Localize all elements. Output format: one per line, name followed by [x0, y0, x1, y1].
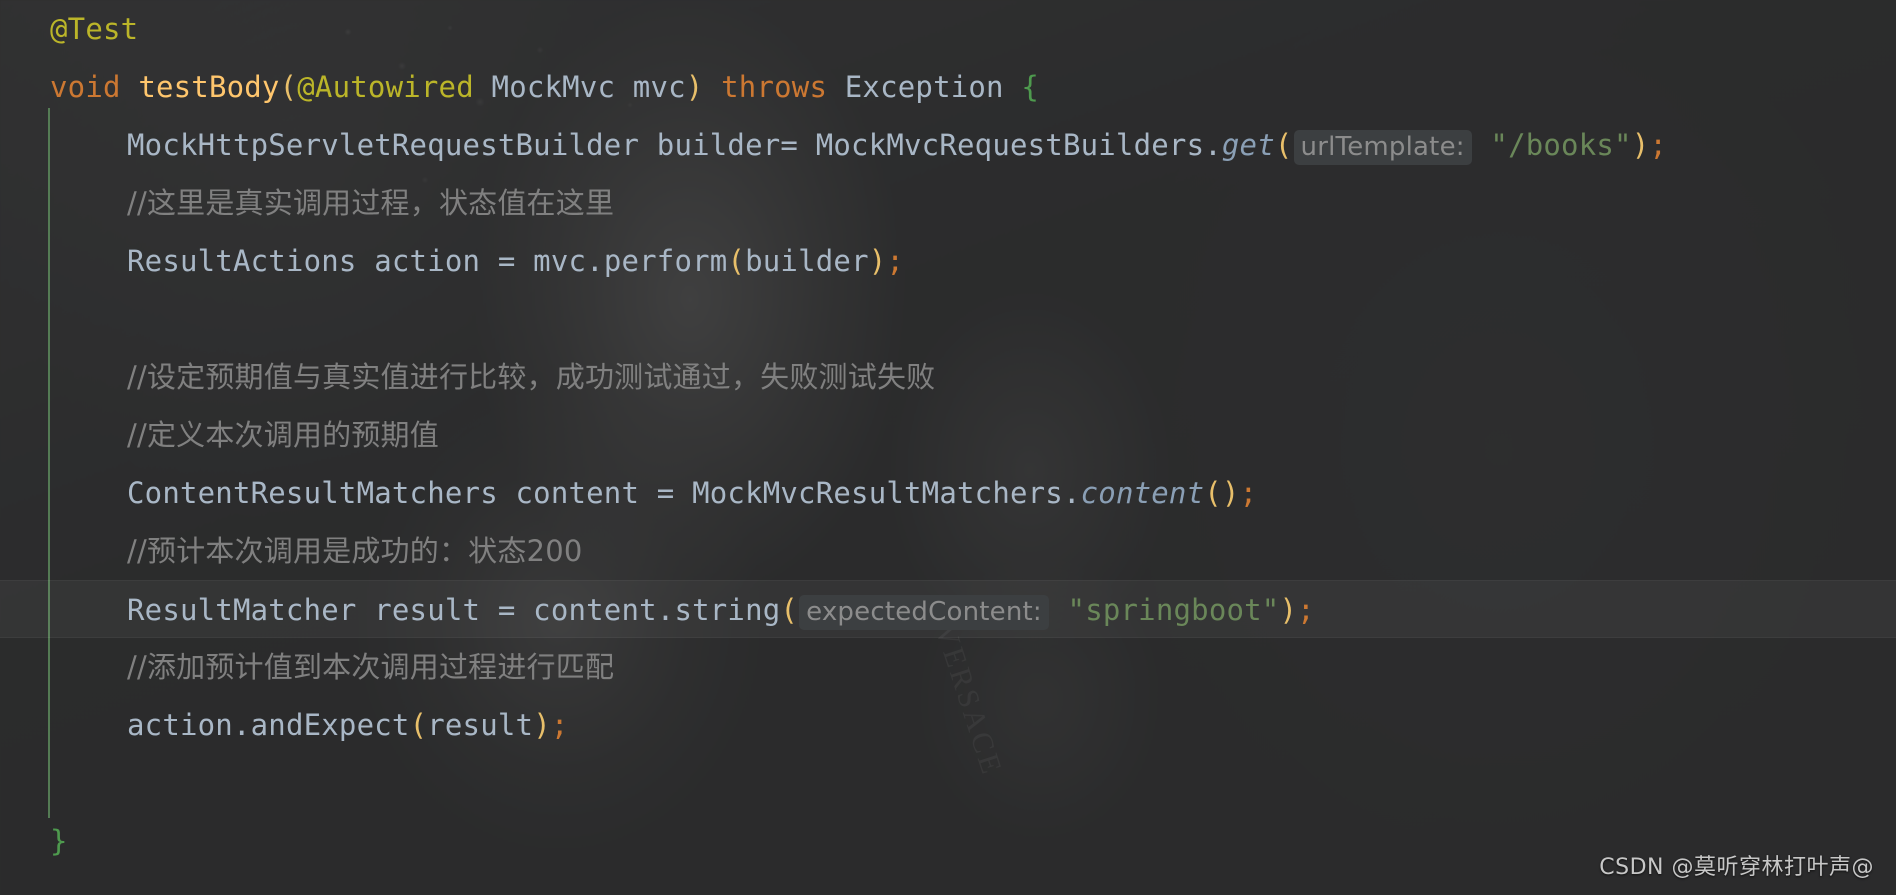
code-token: //添加预计值到本次调用过程进行匹配: [127, 650, 615, 684]
code-line[interactable]: [0, 754, 1896, 812]
code-token: get: [1221, 128, 1275, 162]
csdn-watermark: CSDN @莫听穿林打叶声@: [1599, 855, 1874, 880]
code-token: builder: [745, 244, 869, 278]
parameter-name-hint: expectedContent:: [799, 595, 1049, 630]
editor-pane[interactable]: @Test void testBody(@Autowired MockMvc mv…: [0, 0, 1896, 895]
code-line[interactable]: //预计本次调用是成功的：状态200: [0, 522, 1896, 580]
code-line[interactable]: ContentResultMatchers content = MockMvcR…: [0, 464, 1896, 522]
code-line[interactable]: ResultMatcher result = content.string(ex…: [0, 580, 1896, 638]
code-line[interactable]: void testBody(@Autowired MockMvc mvc) th…: [0, 58, 1896, 116]
parameter-name-hint: urlTemplate:: [1293, 130, 1472, 165]
code-token: //这里是真实调用过程，状态值在这里: [127, 186, 615, 220]
code-line[interactable]: //设定预期值与真实值进行比较，成功测试通过，失败测试失败: [0, 348, 1896, 406]
code-token: //定义本次调用的预期值: [127, 418, 439, 452]
code-line[interactable]: MockHttpServletRequestBuilder builder= M…: [0, 116, 1896, 174]
code-token: ): [1279, 593, 1298, 627]
code-token: ;: [1649, 128, 1668, 162]
code-token: "springboot": [1067, 593, 1280, 627]
code-lines-container[interactable]: @Test void testBody(@Autowired MockMvc mv…: [0, 0, 1896, 870]
code-token: ): [685, 70, 704, 104]
code-token: ResultMatcher result = content.: [127, 593, 675, 627]
code-token: andExpect: [250, 708, 410, 742]
code-token: {: [1021, 70, 1040, 104]
code-line[interactable]: action.andExpect(result);: [0, 696, 1896, 754]
code-token: (: [1204, 476, 1222, 510]
code-line[interactable]: [0, 290, 1896, 348]
code-line[interactable]: //添加预计值到本次调用过程进行匹配: [0, 638, 1896, 696]
code-token: ResultActions action = mvc.: [127, 244, 604, 278]
code-token: ): [533, 708, 551, 742]
code-token: ;: [886, 244, 905, 278]
code-token: @Test: [50, 12, 139, 46]
code-token: ): [1631, 128, 1650, 162]
code-token: string: [674, 593, 781, 627]
code-token: ): [1221, 476, 1240, 510]
code-token: ;: [550, 708, 569, 742]
code-token: ;: [1297, 593, 1315, 627]
code-token: ;: [1239, 476, 1258, 510]
code-token: void: [50, 70, 121, 104]
code-token: (: [780, 593, 799, 627]
code-token: MockMvc mvc: [473, 70, 686, 104]
code-editor-screenshot: VERSACE @Testvoid testBody(@Autowired Mo…: [0, 0, 1896, 895]
code-token: ): [868, 244, 887, 278]
code-token: @Autowired: [297, 70, 474, 104]
code-token: (: [1274, 128, 1293, 162]
code-token: (: [279, 70, 298, 104]
code-token: Exception: [827, 70, 1022, 104]
code-token: (: [409, 708, 428, 742]
code-token: "/books": [1490, 128, 1632, 162]
code-token: throws: [721, 70, 828, 104]
code-token: ContentResultMatchers content = MockMvcR…: [127, 476, 1081, 510]
code-line[interactable]: //这里是真实调用过程，状态值在这里: [0, 174, 1896, 232]
code-token: //预计本次调用是成功的：状态200: [127, 534, 583, 568]
code-token: perform: [603, 244, 728, 278]
code-token: }: [50, 824, 68, 858]
code-line[interactable]: //定义本次调用的预期值: [0, 406, 1896, 464]
code-line[interactable]: ResultActions action = mvc.perform(build…: [0, 232, 1896, 290]
code-token: result: [427, 708, 534, 742]
code-line[interactable]: @Test: [0, 0, 1896, 58]
code-token: (: [727, 244, 746, 278]
code-token: content: [1080, 476, 1205, 510]
code-token: testBody: [138, 70, 280, 104]
code-token: //设定预期值与真实值进行比较，成功测试通过，失败测试失败: [127, 360, 936, 394]
code-token: MockHttpServletRequestBuilder builder= M…: [127, 128, 1222, 162]
code-token: action.: [127, 708, 251, 742]
